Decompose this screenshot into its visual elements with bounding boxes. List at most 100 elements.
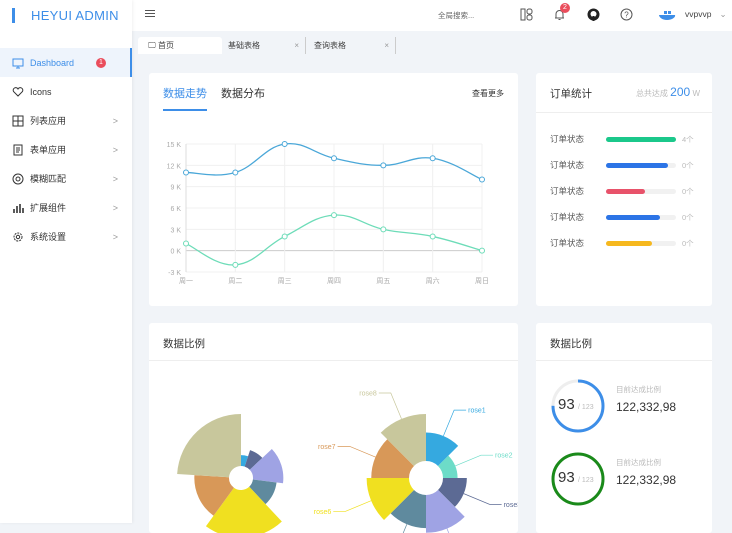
sidebar-item-icons[interactable]: Icons	[0, 77, 132, 106]
data-point[interactable]	[232, 261, 239, 268]
rose-label: rose8	[359, 391, 377, 398]
chevron-right-icon: >	[112, 231, 118, 242]
data-point[interactable]	[183, 240, 189, 247]
bar-chart-icon	[13, 203, 24, 213]
sidebar-item-label: 模糊匹配	[30, 174, 67, 184]
rose-slice[interactable]	[177, 414, 241, 478]
data-point[interactable]	[183, 169, 189, 176]
ratio-total: / 123	[578, 404, 594, 411]
ratio-amount: 122,332,98	[616, 400, 677, 414]
tab-home[interactable]: 🖵 首页	[138, 37, 222, 54]
chevron-right-icon: >	[112, 202, 118, 213]
logo[interactable]: HEYUI ADMIN	[0, 0, 132, 31]
data-point[interactable]	[479, 247, 485, 254]
rose-slice[interactable]	[426, 432, 459, 466]
help-icon[interactable]: ?	[620, 8, 633, 21]
close-icon[interactable]: ×	[294, 37, 299, 54]
chevron-down-icon: ⌄	[719, 9, 727, 19]
notification-badge: 2	[560, 3, 570, 13]
x-tick-label: 周三	[278, 277, 292, 285]
order-total: 总共达成 200 W	[636, 85, 700, 99]
y-tick-label: 15 K	[167, 142, 182, 149]
progress-bar	[606, 214, 676, 220]
order-status-row: 订单状态 0个	[550, 159, 710, 171]
target-icon	[12, 173, 24, 184]
data-point[interactable]	[281, 141, 288, 147]
data-point[interactable]	[232, 169, 239, 176]
label-line	[455, 454, 494, 467]
progress-bar	[606, 162, 676, 168]
heart-icon	[12, 86, 24, 97]
line-chart: 15 K 12 K 9 K 6 K 3 K 0 K -3 K周一 周二 周三 周四 周五 周六 周日	[167, 141, 489, 285]
order-count: 0个	[682, 160, 694, 170]
y-tick-label: 9 K	[170, 185, 181, 192]
data-point[interactable]	[380, 162, 387, 169]
ratio-label: 目前达成比例	[616, 458, 661, 467]
label-line	[446, 528, 450, 533]
progress-fill	[606, 188, 645, 194]
sidebar-item-dashboard[interactable]: Dashboard 1	[0, 48, 132, 77]
data-point[interactable]	[281, 233, 288, 240]
data-point[interactable]	[429, 155, 436, 162]
menu-toggle-icon[interactable]	[145, 10, 155, 19]
order-status-row: 订单状态 0个	[550, 211, 710, 223]
x-tick-label: 周二	[228, 277, 242, 285]
monitor-icon: 🖵	[148, 41, 156, 50]
x-tick-label: 周五	[376, 277, 390, 285]
tab-label: 首页	[157, 41, 174, 50]
order-status-row: 订单状态 0个	[550, 237, 710, 249]
gear-icon	[13, 232, 23, 241]
tab-basic-table[interactable]: 基础表格 ×	[218, 37, 306, 54]
data-point[interactable]	[331, 155, 337, 162]
order-count: 4个	[682, 134, 694, 144]
sidebar-item-列表应用[interactable]: 列表应用 >	[0, 106, 132, 135]
sidebar-item-label: Dashboard	[30, 57, 75, 68]
ratio-card: 数据比例 93 / 123 目前达成比例 122,332,98 93 / 123…	[536, 323, 712, 533]
close-icon[interactable]: ×	[384, 37, 389, 54]
sidebar-item-表单应用[interactable]: 表单应用 >	[0, 135, 132, 164]
ratio-item: 93 / 123 目前达成比例 122,332,98	[550, 451, 710, 511]
svg-text:?: ?	[624, 10, 629, 19]
chevron-right-icon: >	[112, 115, 118, 126]
sidebar-item-模糊匹配[interactable]: 模糊匹配 >	[0, 164, 132, 193]
order-status-label: 订单状态	[550, 160, 585, 170]
order-count: 0个	[682, 186, 694, 196]
tab-query-table[interactable]: 查询表格 ×	[304, 37, 396, 54]
sidebar-item-扩展组件[interactable]: 扩展组件 >	[0, 193, 132, 222]
x-tick-label: 周日	[475, 277, 489, 285]
layout-icon[interactable]	[520, 8, 533, 21]
github-icon[interactable]	[587, 8, 600, 21]
rose-charts: rose1rose2rose3rose4rose5rose6rose7rose8	[177, 391, 518, 533]
order-status-row: 订单状态 0个	[550, 185, 710, 197]
form-icon	[13, 144, 23, 155]
monitor-icon	[12, 58, 24, 68]
progress-bar	[606, 240, 676, 246]
rose-label: rose6	[314, 509, 332, 516]
data-point[interactable]	[380, 226, 387, 233]
ratio-total: / 123	[578, 477, 594, 484]
header: 全局搜索... 2 ? vvpvvp ⌄	[132, 0, 732, 31]
username[interactable]: vvpvvp ⌄	[685, 9, 727, 20]
rose-label: rose7	[318, 444, 336, 451]
global-search-input[interactable]: 全局搜索...	[438, 10, 474, 21]
y-tick-label: -3 K	[168, 270, 181, 277]
sidebar-menu: Dashboard 1 Icons 列表应用 > 表单应用 > 模糊匹配 > 扩展组件 > 系统设置 >	[0, 48, 132, 251]
total-unit: W	[692, 89, 700, 98]
order-status-label: 订单状态	[550, 134, 585, 144]
tab-bar: 🖵 首页 基础表格 × 查询表格 ×	[132, 31, 732, 60]
progress-fill	[606, 214, 660, 220]
data-point[interactable]	[479, 176, 485, 183]
y-tick-label: 6 K	[170, 206, 181, 213]
progress-fill	[606, 240, 653, 246]
y-tick-label: 0 K	[170, 249, 181, 256]
data-point[interactable]	[331, 212, 337, 219]
sidebar-item-系统设置[interactable]: 系统设置 >	[0, 222, 132, 251]
ratio-label: 目前达成比例	[616, 385, 661, 394]
progress-bar	[606, 188, 676, 194]
avatar[interactable]	[658, 9, 678, 21]
sidebar-item-label: 列表应用	[30, 116, 67, 126]
ratio-value: 93	[558, 396, 575, 413]
order-status-label: 订单状态	[550, 238, 585, 248]
order-count: 0个	[682, 238, 694, 248]
data-point[interactable]	[429, 233, 436, 240]
